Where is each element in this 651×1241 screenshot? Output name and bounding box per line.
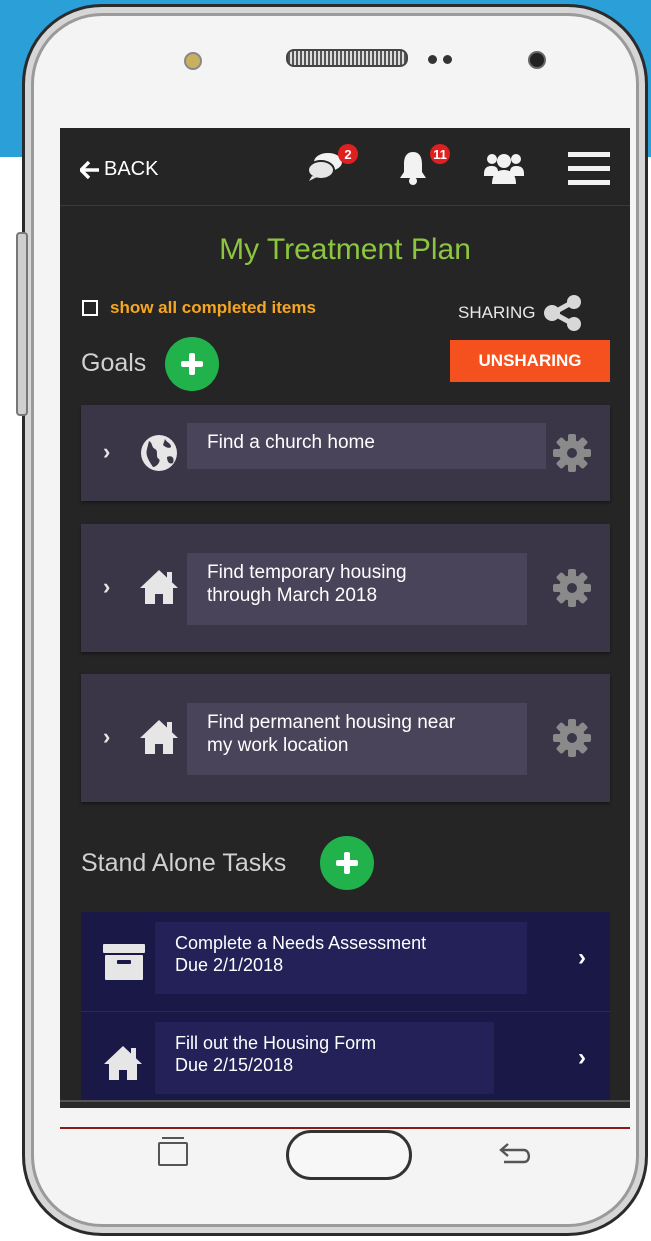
screen-bottom-edge: [60, 1127, 630, 1129]
task-text: Complete a Needs Assessment Due 2/1/2018: [155, 922, 527, 994]
back-button[interactable]: BACK: [80, 158, 158, 181]
home-icon: [140, 570, 178, 604]
chevron-right-icon[interactable]: ›: [578, 944, 586, 972]
task-row[interactable]: Complete a Needs Assessment Due 2/1/2018…: [81, 912, 610, 1010]
goal-card[interactable]: › Find permanent housing near my work lo…: [81, 674, 610, 802]
goal-title-line1: Find permanent housing near: [207, 712, 456, 733]
side-button: [16, 232, 28, 416]
show-completed-toggle[interactable]: show all completed items: [82, 298, 316, 318]
recent-apps-icon[interactable]: [158, 1137, 188, 1166]
arrow-left-icon: [80, 160, 99, 179]
add-goal-button[interactable]: [165, 337, 219, 391]
notifications-badge: 11: [430, 144, 450, 164]
tasks-heading: Stand Alone Tasks: [81, 849, 287, 877]
goal-text: Find a church home: [187, 423, 546, 469]
top-bar: BACK 2 11: [60, 128, 630, 206]
chevron-right-icon[interactable]: ›: [578, 1044, 586, 1072]
task-title: Fill out the Housing Form: [175, 1033, 377, 1053]
home-icon: [104, 1046, 142, 1080]
gear-icon[interactable]: [552, 568, 592, 608]
screen-bottom-bar: [60, 1100, 630, 1108]
back-arrow-icon[interactable]: [498, 1140, 534, 1166]
sharing-label: SHARING: [458, 303, 536, 322]
notifications-button[interactable]: 11: [398, 144, 450, 191]
task-list: Complete a Needs Assessment Due 2/1/2018…: [81, 912, 610, 1100]
task-row[interactable]: Fill out the Housing Form Due 2/15/2018 …: [81, 1011, 610, 1100]
share-icon: [544, 295, 582, 331]
gear-icon[interactable]: [552, 433, 592, 473]
gear-icon[interactable]: [552, 718, 592, 758]
goal-text: Find temporary housing through March 201…: [187, 553, 527, 625]
task-due: Due 2/15/2018: [175, 1055, 294, 1075]
back-label: BACK: [104, 158, 159, 180]
messages-badge: 2: [338, 144, 358, 164]
team-button[interactable]: [484, 150, 524, 191]
app-screen: BACK 2 11 My Treatment Plan show all com…: [60, 128, 630, 1100]
show-completed-label: show all completed items: [110, 298, 316, 317]
goal-title-line2: through March 2018: [207, 585, 378, 606]
sharing-button[interactable]: SHARING: [458, 294, 583, 332]
earpiece-speaker: [286, 49, 408, 67]
page-title: My Treatment Plan: [219, 233, 471, 266]
messages-button[interactable]: 2: [306, 144, 358, 187]
task-due: Due 2/1/2018: [175, 955, 284, 975]
home-icon: [140, 720, 178, 754]
globe-icon: [141, 435, 177, 471]
add-task-button[interactable]: [320, 836, 374, 890]
users-icon: [484, 154, 524, 184]
goal-title-line1: Find temporary housing: [207, 562, 407, 583]
task-text: Fill out the Housing Form Due 2/15/2018: [155, 1022, 494, 1094]
front-camera: [528, 51, 546, 69]
chevron-right-icon[interactable]: ›: [103, 724, 110, 750]
unsharing-button[interactable]: UNSHARING: [450, 340, 610, 382]
show-completed-checkbox[interactable]: [82, 300, 98, 316]
menu-button[interactable]: [568, 152, 610, 191]
chevron-right-icon[interactable]: ›: [103, 574, 110, 600]
goal-text: Find permanent housing near my work loca…: [187, 703, 527, 775]
sensor-dots: [428, 51, 464, 64]
goals-heading: Goals: [81, 349, 147, 377]
front-sensor: [184, 52, 202, 70]
home-button[interactable]: [286, 1130, 412, 1180]
bell-icon: [400, 152, 426, 185]
goal-card[interactable]: › Find a church home: [81, 405, 610, 501]
goal-card[interactable]: › Find temporary housing through March 2…: [81, 524, 610, 652]
goal-title-line2: my work location: [207, 735, 349, 756]
chevron-right-icon[interactable]: ›: [103, 439, 110, 465]
hamburger-icon: [568, 152, 610, 185]
goal-title-line1: Find a church home: [207, 432, 375, 453]
archive-icon: [103, 944, 145, 980]
task-title: Complete a Needs Assessment: [175, 933, 427, 953]
